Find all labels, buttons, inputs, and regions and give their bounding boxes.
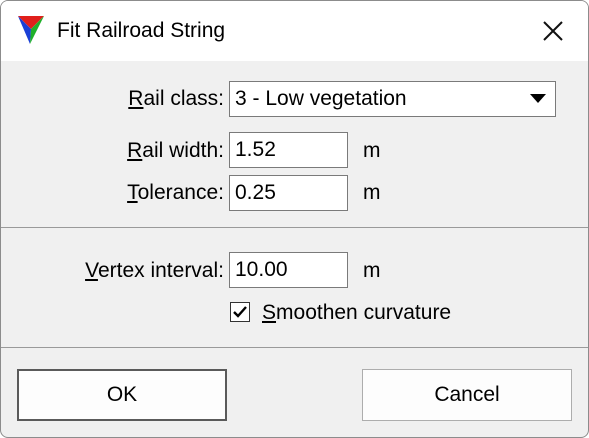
section-divider: [1, 227, 588, 228]
title-bar[interactable]: Fit Railroad String: [1, 1, 588, 61]
vertex-interval-unit: m: [363, 259, 381, 282]
checkmark-icon: [233, 306, 247, 318]
window-title: Fit Railroad String: [57, 19, 226, 42]
rail-class-dropdown-button[interactable]: [521, 81, 555, 117]
rail-class-select[interactable]: 3 - Low vegetation: [229, 81, 556, 117]
buttons-divider: [1, 347, 588, 348]
ok-button[interactable]: OK: [17, 369, 227, 421]
close-icon: [543, 21, 563, 41]
smoothen-curvature-checkbox[interactable]: [230, 302, 250, 322]
app-icon: [18, 16, 44, 44]
rail-class-label: Rail class:: [128, 87, 224, 110]
cancel-button[interactable]: Cancel: [362, 369, 572, 421]
vertex-interval-input[interactable]: 10.00: [229, 252, 348, 288]
vertex-interval-label: Vertex interval:: [85, 259, 224, 282]
dialog-window: Fit Railroad String Rail class: 3 - Low …: [0, 0, 589, 438]
tolerance-input[interactable]: 0.25: [229, 175, 348, 211]
rail-width-label: Rail width:: [127, 139, 224, 162]
close-button[interactable]: [525, 11, 581, 51]
dropdown-arrow-icon: [530, 94, 546, 103]
rail-width-unit: m: [363, 139, 381, 162]
tolerance-unit: m: [363, 181, 381, 204]
tolerance-label: Tolerance:: [127, 181, 224, 204]
smoothen-curvature-label[interactable]: Smoothen curvature: [262, 300, 451, 326]
rail-width-input[interactable]: 1.52: [229, 132, 348, 168]
rail-class-value: 3 - Low vegetation: [235, 87, 407, 110]
